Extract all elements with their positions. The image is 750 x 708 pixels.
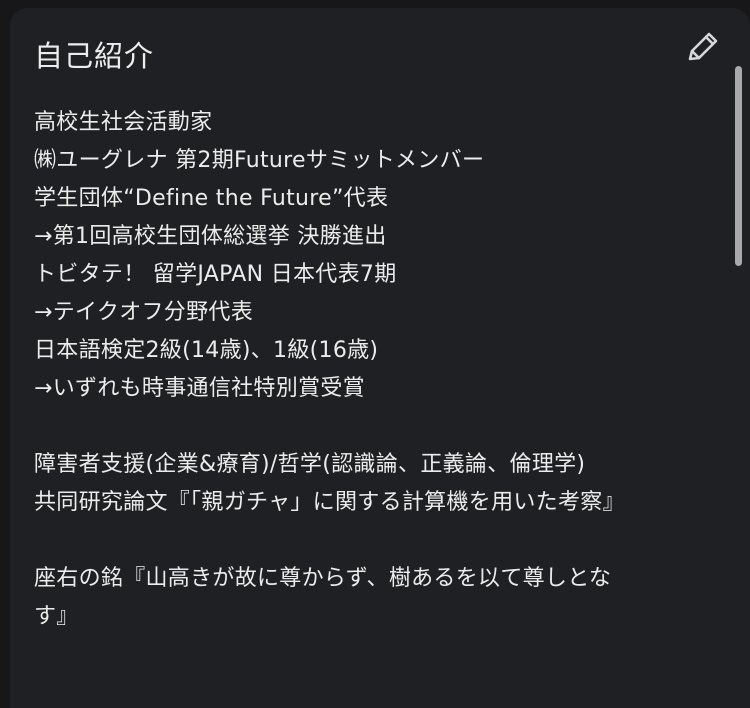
profile-panel: 自己紹介 高校生社会活動家 ㈱ユーグレナ 第2期Futureサミットメンバー 学… xyxy=(10,8,750,708)
bio-line: ㈱ユーグレナ 第2期Futureサミットメンバー xyxy=(34,148,485,173)
bio-blank-line xyxy=(34,408,714,446)
profile-bio: 高校生社会活動家 ㈱ユーグレナ 第2期Futureサミットメンバー 学生団体“D… xyxy=(34,104,714,636)
bio-line: →第1回高校生団体総選挙 決勝進出 xyxy=(34,224,387,249)
bio-line: トビタテ！ 留学JAPAN 日本代表7期 xyxy=(34,262,397,287)
scrollbar[interactable] xyxy=(735,66,742,266)
edit-button[interactable] xyxy=(682,28,722,68)
bio-line: 日本語検定2級(14歳)、1級(16歳) xyxy=(34,338,379,363)
profile-title: 自己紹介 xyxy=(34,39,155,73)
bio-line: 高校生社会活動家 xyxy=(34,110,213,135)
bio-line: →いずれも時事通信社特別賞受賞 xyxy=(34,376,365,401)
bio-line: す』 xyxy=(34,604,79,629)
pencil-icon xyxy=(688,32,718,61)
bio-line: 学生団体“Define the Future”代表 xyxy=(34,186,389,211)
bio-line: 座右の銘『山高きが故に尊からず、樹あるを以て尊しとな xyxy=(34,566,612,591)
bio-line: 共同研究論文『「親ガチャ」に関する計算機を用いた考察』 xyxy=(34,490,625,515)
bio-line: 障害者支援(企業&療育)/哲学(認識論、正義論、倫理学) xyxy=(34,452,586,477)
bio-line: →テイクオフ分野代表 xyxy=(34,300,253,325)
bio-blank-line xyxy=(34,522,714,560)
